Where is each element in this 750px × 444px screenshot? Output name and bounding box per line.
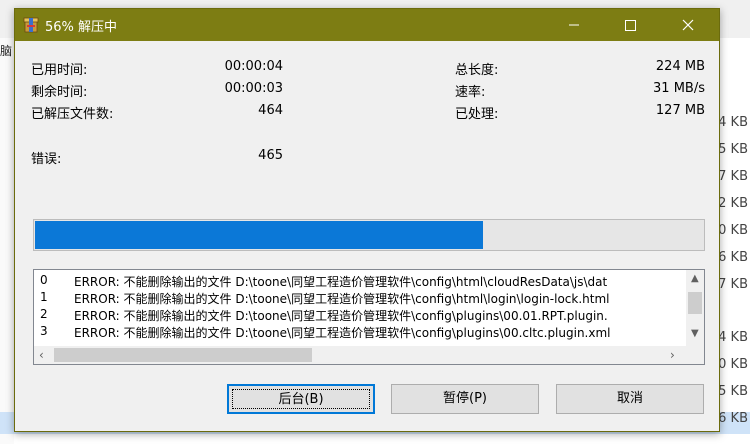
cancel-button-label: 取消 [616, 391, 643, 406]
scrollbar-corner [686, 346, 704, 364]
list-item[interactable]: 0 ERROR: 不能删除输出的文件 D:\toone\同望工程造价管理软件\c… [34, 272, 682, 289]
extraction-dialog: 56% 解压中 已用时间: 00:00:04 剩余时间: 00:00:03 已解… [14, 8, 720, 432]
list-item[interactable]: 1 ERROR: 不能删除输出的文件 D:\toone\同望工程造价管理软件\c… [34, 289, 682, 306]
log-index: 3 [40, 324, 48, 338]
background-window-left-pane [0, 38, 14, 444]
background-size: 7 KB [718, 277, 748, 292]
pause-button[interactable]: 暂停(P) [391, 384, 539, 414]
background-size: 0 KB [718, 223, 748, 238]
log-index: 2 [40, 307, 48, 321]
pause-button-label: 暂停(P) [443, 391, 487, 406]
log-message: ERROR: 不能删除输出的文件 D:\toone\同望工程造价管理软件\con… [74, 292, 610, 306]
vertical-scroll-thumb[interactable] [688, 292, 702, 314]
background-button[interactable]: 后台(B) [227, 384, 375, 414]
horizontal-scroll-thumb[interactable] [54, 348, 312, 362]
close-icon[interactable] [665, 9, 711, 41]
window-title: 56% 解压中 [45, 20, 118, 35]
maximize-icon[interactable] [607, 9, 653, 41]
horizontal-scrollbar[interactable]: ‹ › [34, 346, 686, 364]
remaining-time-label: 剩余时间: [31, 85, 88, 100]
background-size: 6 KB [718, 411, 748, 426]
scroll-left-icon[interactable]: ‹ [39, 348, 44, 362]
archive-icon [23, 17, 39, 33]
extracted-files-value: 464 [258, 103, 283, 118]
background-size: 4 KB [718, 115, 748, 130]
cancel-button[interactable]: 取消 [556, 384, 704, 414]
speed-value: 31 MB/s [653, 81, 705, 96]
log-message: ERROR: 不能删除输出的文件 D:\toone\同望工程造价管理软件\con… [74, 326, 611, 340]
errors-value: 465 [258, 148, 283, 163]
log-index: 1 [40, 290, 48, 304]
log-index: 0 [40, 273, 48, 287]
background-size: 4 KB [718, 330, 748, 345]
title-bar[interactable]: 56% 解压中 [15, 9, 719, 41]
background-size: 7 KB [718, 169, 748, 184]
log-message: ERROR: 不能删除输出的文件 D:\toone\同望工程造价管理软件\con… [74, 275, 608, 289]
background-button-label: 后台(B) [278, 392, 324, 407]
list-item[interactable]: 2 ERROR: 不能删除输出的文件 D:\toone\同望工程造价管理软件\c… [34, 306, 682, 323]
errors-label: 错误: [31, 152, 62, 167]
remaining-time-value: 00:00:03 [224, 81, 283, 96]
elapsed-time-label: 已用时间: [31, 63, 88, 78]
log-message: ERROR: 不能删除输出的文件 D:\toone\同望工程造价管理软件\con… [74, 309, 608, 323]
total-size-label: 总长度: [455, 63, 499, 78]
background-left-text: 脑 [0, 44, 13, 58]
background-size: 5 KB [718, 384, 748, 399]
minimize-icon[interactable] [551, 9, 597, 41]
scroll-right-icon[interactable]: › [670, 348, 675, 362]
error-log-list[interactable]: 0 ERROR: 不能删除输出的文件 D:\toone\同望工程造价管理软件\c… [33, 269, 705, 365]
background-size: 6 KB [718, 250, 748, 265]
elapsed-time-value: 00:00:04 [224, 59, 283, 74]
progress-fill [35, 221, 483, 249]
background-size: 0 KB [718, 357, 748, 372]
list-item[interactable]: 3 ERROR: 不能删除输出的文件 D:\toone\同望工程造价管理软件\c… [34, 323, 682, 340]
scroll-up-icon[interactable]: ▲ [691, 273, 699, 284]
processed-label: 已处理: [455, 107, 499, 122]
background-size: 5 KB [718, 142, 748, 157]
extracted-files-label: 已解压文件数: [31, 107, 114, 122]
vertical-scrollbar[interactable]: ▲ ▼ [686, 270, 704, 346]
scroll-down-icon[interactable]: ▼ [691, 328, 699, 339]
total-size-value: 224 MB [655, 59, 705, 74]
extraction-progress-bar [33, 219, 705, 251]
speed-label: 速率: [455, 85, 486, 100]
processed-value: 127 MB [655, 103, 705, 118]
background-size: 2 KB [718, 196, 748, 211]
